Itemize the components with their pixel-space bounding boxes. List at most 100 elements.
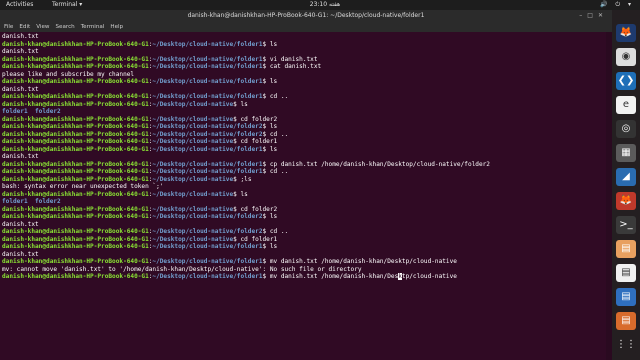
menu-file[interactable]: File: [4, 24, 13, 30]
menu-view[interactable]: View: [36, 24, 49, 30]
prompt-path: ~/Desktop/cloud-native: [152, 205, 234, 213]
prompt-symbol: $: [262, 258, 270, 265]
prompt-user: danish-khan@danishkhan-HP-ProBook-640-G1: [2, 243, 149, 250]
show-apps-icon[interactable]: ⋮⋮: [616, 336, 636, 354]
output-text: mv: cannot move 'danish.txt' to '/home/d…: [2, 265, 362, 273]
prompt-path: ~/Desktop/cloud-native/folder1: [152, 168, 263, 175]
prompt-path: ~/Desktop/cloud-native: [152, 190, 234, 198]
output-line: folder1 folder2: [2, 198, 490, 206]
prompt-user: danish-khan@danishkhan-HP-ProBook-640-G1: [2, 205, 149, 213]
output-text: danish.txt: [2, 85, 39, 93]
prompt-path: ~/Desktop/cloud-native/folder1: [152, 55, 263, 63]
menu-help[interactable]: Help: [110, 24, 123, 30]
prompt-line: danish-khan@danishkhan-HP-ProBook-640-G1…: [2, 131, 490, 139]
prompt-line: danish-khan@danishkhan-HP-ProBook-640-G1…: [2, 258, 490, 266]
close-icon[interactable]: ✕: [598, 12, 608, 19]
prompt-line: danish-khan@danishkhan-HP-ProBook-640-G1…: [2, 56, 490, 64]
menu-terminal[interactable]: Terminal: [81, 24, 105, 30]
prompt-path: ~/Desktop/cloud-native/folder2: [152, 123, 263, 130]
window-titlebar[interactable]: danish-khan@danishkhan-HP-ProBook-640-G1…: [0, 10, 612, 22]
obs-icon[interactable]: ◎: [616, 120, 636, 138]
prompt-user: danish-khan@danishkhan-HP-ProBook-640-G1: [2, 258, 149, 265]
command-text: ;ls: [240, 175, 252, 183]
prompt-line: danish-khan@danishkhan-HP-ProBook-640-G1…: [2, 236, 490, 244]
command-text: cd folder1: [240, 138, 278, 145]
menu-edit[interactable]: Edit: [19, 24, 30, 30]
prompt-user: danish-khan@danishkhan-HP-ProBook-640-G1: [2, 175, 149, 183]
prompt-user: danish-khan@danishkhan-HP-ProBook-640-G1: [2, 138, 149, 145]
command-text: tp/cloud-native: [401, 273, 457, 280]
prompt-symbol: $: [262, 78, 270, 85]
terminal-area[interactable]: danish.txt danish-khan@danishkhan-HP-ProB…: [0, 32, 612, 360]
command-text: cp danish.txt /home/danish-khan/Desktop/…: [269, 160, 490, 168]
store-icon[interactable]: ▤: [616, 240, 636, 258]
command-text: ls: [269, 78, 278, 85]
top-panel: Activities Terminal ▾ 23:10 هفته 🔊 ⏻ ▾: [0, 0, 640, 10]
system-tray[interactable]: 🔊 ⏻ ▾: [600, 0, 634, 10]
app-e-icon[interactable]: e: [616, 96, 636, 114]
terminal-output: danish.txt danish-khan@danishkhan-HP-ProB…: [2, 33, 490, 281]
app-menu[interactable]: Terminal ▾: [52, 0, 82, 10]
prompt-line: danish-khan@danishkhan-HP-ProBook-640-G1…: [2, 116, 490, 124]
command-text: ls: [269, 123, 278, 130]
prompt-path: ~/Desktop/cloud-native/folder1: [152, 93, 263, 100]
prompt-user: danish-khan@danishkhan-HP-ProBook-640-G1: [2, 115, 149, 123]
prompt-user: danish-khan@danishkhan-HP-ProBook-640-G1: [2, 55, 149, 63]
command-text: cd ..: [269, 228, 289, 235]
firefox-alt-icon[interactable]: 🦊: [616, 192, 636, 210]
clock-time: 23:10: [309, 1, 328, 8]
prompt-line: danish-khan@danishkhan-HP-ProBook-640-G1…: [2, 41, 490, 49]
output-line: mv: cannot move 'danish.txt' to '/home/d…: [2, 266, 490, 274]
output-text: please like and subscribe my channel: [2, 70, 135, 78]
prompt-user: danish-khan@danishkhan-HP-ProBook-640-G1: [2, 145, 149, 153]
prompt-user: danish-khan@danishkhan-HP-ProBook-640-G1: [2, 168, 149, 175]
output-line: danish.txt: [2, 221, 490, 229]
menu-search[interactable]: Search: [56, 24, 75, 30]
chrome-icon[interactable]: ◉: [616, 48, 636, 66]
writer-icon[interactable]: ▤: [616, 288, 636, 306]
files-icon[interactable]: ▦: [616, 144, 636, 162]
prompt-symbol: $: [262, 145, 270, 153]
output-text: danish.txt: [2, 48, 39, 55]
command-text: vi danish.txt: [269, 55, 318, 63]
window-controls: –□✕: [579, 10, 608, 22]
output-line: danish.txt: [2, 48, 490, 56]
wireshark-icon[interactable]: ◢: [616, 168, 636, 186]
prompt-symbol: $: [262, 55, 270, 63]
command-text: cd folder2: [240, 115, 278, 123]
prompt-line: danish-khan@danishkhan-HP-ProBook-640-G1…: [2, 191, 490, 199]
prompt-path: ~/Desktop/cloud-native/folder1: [152, 160, 263, 168]
prompt-user: danish-khan@danishkhan-HP-ProBook-640-G1: [2, 160, 149, 168]
activities-button[interactable]: Activities: [6, 0, 33, 10]
prompt-path: ~/Desktop/cloud-native/folder1: [152, 78, 263, 85]
command-text: ls: [269, 243, 278, 250]
prompt-line: danish-khan@danishkhan-HP-ProBook-640-G1…: [2, 93, 490, 101]
prompt-line: danish-khan@danishkhan-HP-ProBook-640-G1…: [2, 243, 490, 251]
impress-icon[interactable]: ▤: [616, 312, 636, 330]
firefox-icon[interactable]: 🦊: [616, 24, 636, 42]
output-line: danish.txt: [2, 251, 490, 259]
document-icon[interactable]: ▤: [616, 264, 636, 282]
prompt-user: danish-khan@danishkhan-HP-ProBook-640-G1: [2, 235, 149, 243]
prompt-user: danish-khan@danishkhan-HP-ProBook-640-G1: [2, 63, 149, 70]
prompt-symbol: $: [262, 243, 270, 250]
output-line: bash: syntax error near unexpected token…: [2, 183, 490, 191]
command-text: ls: [240, 190, 248, 198]
command-text: ls: [269, 213, 278, 220]
prompt-user: danish-khan@danishkhan-HP-ProBook-640-G1: [2, 190, 149, 198]
maximize-icon[interactable]: □: [587, 12, 598, 19]
prompt-user: danish-khan@danishkhan-HP-ProBook-640-G1: [2, 213, 149, 220]
command-text: cd ..: [269, 93, 289, 100]
menu-bar: File Edit View Search Terminal Help: [0, 22, 612, 32]
prompt-user: danish-khan@danishkhan-HP-ProBook-640-G1: [2, 78, 149, 85]
vscode-icon[interactable]: ❮❯: [616, 72, 636, 90]
prompt-line: danish-khan@danishkhan-HP-ProBook-640-G1…: [2, 161, 490, 169]
clock[interactable]: 23:10 هفته: [300, 0, 350, 10]
window-title: danish-khan@danishkhan-HP-ProBook-640-G1…: [187, 12, 425, 19]
prompt-symbol: $: [262, 228, 270, 235]
clock-suffix: هفته: [328, 1, 341, 8]
terminal-icon[interactable]: >_: [616, 216, 636, 234]
prompt-path: ~/Desktop/cloud-native: [152, 175, 234, 183]
prompt-path: ~/Desktop/cloud-native: [152, 235, 234, 243]
command-text: mv danish.txt /home/danish-khan/Des: [269, 273, 399, 280]
